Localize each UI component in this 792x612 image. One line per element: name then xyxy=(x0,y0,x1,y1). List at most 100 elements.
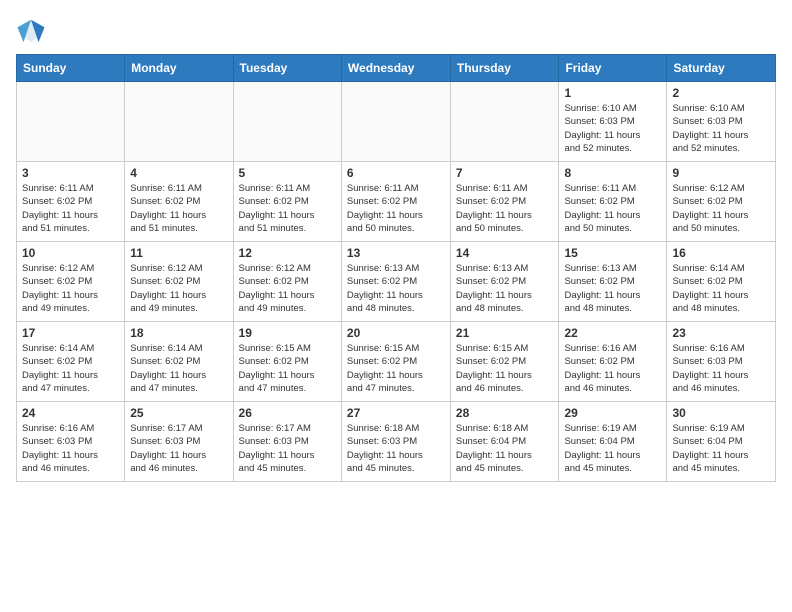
day-detail: Sunrise: 6:19 AM Sunset: 6:04 PM Dayligh… xyxy=(672,422,770,475)
day-detail: Sunrise: 6:17 AM Sunset: 6:03 PM Dayligh… xyxy=(239,422,336,475)
day-number: 21 xyxy=(456,326,554,340)
day-number: 17 xyxy=(22,326,119,340)
day-detail: Sunrise: 6:10 AM Sunset: 6:03 PM Dayligh… xyxy=(564,102,661,155)
day-number: 27 xyxy=(347,406,445,420)
day-number: 14 xyxy=(456,246,554,260)
day-detail: Sunrise: 6:15 AM Sunset: 6:02 PM Dayligh… xyxy=(347,342,445,395)
page-header xyxy=(16,16,776,46)
calendar-cell: 3 Sunrise: 6:11 AM Sunset: 6:02 PM Daylig… xyxy=(17,162,125,242)
day-detail: Sunrise: 6:13 AM Sunset: 6:02 PM Dayligh… xyxy=(564,262,661,315)
day-number: 26 xyxy=(239,406,336,420)
day-detail: Sunrise: 6:12 AM Sunset: 6:02 PM Dayligh… xyxy=(22,262,119,315)
calendar-cell: 17 Sunrise: 6:14 AM Sunset: 6:02 PM Dayli… xyxy=(17,322,125,402)
calendar-cell: 6Sunrise: 6:11 AM Sunset: 6:02 PM Daylig… xyxy=(341,162,450,242)
calendar-cell: 9 Sunrise: 6:12 AM Sunset: 6:02 PM Daylig… xyxy=(667,162,776,242)
day-detail: Sunrise: 6:13 AM Sunset: 6:02 PM Dayligh… xyxy=(347,262,445,315)
day-detail: Sunrise: 6:14 AM Sunset: 6:02 PM Dayligh… xyxy=(22,342,119,395)
calendar-cell: 28 Sunrise: 6:18 AM Sunset: 6:04 PM Dayli… xyxy=(450,402,559,482)
calendar-cell: 29Sunrise: 6:19 AM Sunset: 6:04 PM Dayli… xyxy=(559,402,667,482)
day-number: 7 xyxy=(456,166,554,180)
calendar-cell: 12Sunrise: 6:12 AM Sunset: 6:02 PM Dayli… xyxy=(233,242,341,322)
day-detail: Sunrise: 6:14 AM Sunset: 6:02 PM Dayligh… xyxy=(672,262,770,315)
calendar-week-4: 24Sunrise: 6:16 AM Sunset: 6:03 PM Dayli… xyxy=(17,402,776,482)
weekday-header-thursday: Thursday xyxy=(450,55,559,82)
calendar-cell: 8 Sunrise: 6:11 AM Sunset: 6:02 PM Daylig… xyxy=(559,162,667,242)
calendar-cell: 25 Sunrise: 6:17 AM Sunset: 6:03 PM Dayli… xyxy=(125,402,233,482)
calendar-cell: 5 Sunrise: 6:11 AM Sunset: 6:02 PM Daylig… xyxy=(233,162,341,242)
day-detail: Sunrise: 6:12 AM Sunset: 6:02 PM Dayligh… xyxy=(130,262,227,315)
calendar-cell: 24Sunrise: 6:16 AM Sunset: 6:03 PM Dayli… xyxy=(17,402,125,482)
weekday-header-wednesday: Wednesday xyxy=(341,55,450,82)
calendar-week-1: 3 Sunrise: 6:11 AM Sunset: 6:02 PM Daylig… xyxy=(17,162,776,242)
day-detail: Sunrise: 6:16 AM Sunset: 6:03 PM Dayligh… xyxy=(22,422,119,475)
day-number: 16 xyxy=(672,246,770,260)
day-number: 8 xyxy=(564,166,661,180)
calendar-cell: 2 Sunrise: 6:10 AM Sunset: 6:03 PM Daylig… xyxy=(667,82,776,162)
day-number: 25 xyxy=(130,406,227,420)
calendar-week-3: 17 Sunrise: 6:14 AM Sunset: 6:02 PM Dayli… xyxy=(17,322,776,402)
day-number: 6 xyxy=(347,166,445,180)
day-number: 30 xyxy=(672,406,770,420)
day-number: 1 xyxy=(564,86,661,100)
day-number: 22 xyxy=(564,326,661,340)
day-detail: Sunrise: 6:13 AM Sunset: 6:02 PM Dayligh… xyxy=(456,262,554,315)
weekday-header-friday: Friday xyxy=(559,55,667,82)
day-detail: Sunrise: 6:19 AM Sunset: 6:04 PM Dayligh… xyxy=(564,422,661,475)
day-number: 9 xyxy=(672,166,770,180)
day-detail: Sunrise: 6:11 AM Sunset: 6:02 PM Dayligh… xyxy=(239,182,336,235)
day-detail: Sunrise: 6:16 AM Sunset: 6:02 PM Dayligh… xyxy=(564,342,661,395)
calendar-cell: 27 Sunrise: 6:18 AM Sunset: 6:03 PM Dayli… xyxy=(341,402,450,482)
calendar-week-0: 1 Sunrise: 6:10 AM Sunset: 6:03 PM Daylig… xyxy=(17,82,776,162)
day-number: 2 xyxy=(672,86,770,100)
calendar-cell: 4 Sunrise: 6:11 AM Sunset: 6:02 PM Daylig… xyxy=(125,162,233,242)
day-number: 18 xyxy=(130,326,227,340)
calendar-cell: 18 Sunrise: 6:14 AM Sunset: 6:02 PM Dayli… xyxy=(125,322,233,402)
weekday-header-monday: Monday xyxy=(125,55,233,82)
calendar-cell: 20Sunrise: 6:15 AM Sunset: 6:02 PM Dayli… xyxy=(341,322,450,402)
day-number: 3 xyxy=(22,166,119,180)
day-detail: Sunrise: 6:11 AM Sunset: 6:02 PM Dayligh… xyxy=(564,182,661,235)
calendar-cell: 16 Sunrise: 6:14 AM Sunset: 6:02 PM Dayli… xyxy=(667,242,776,322)
day-number: 19 xyxy=(239,326,336,340)
calendar-table: SundayMondayTuesdayWednesdayThursdayFrid… xyxy=(16,54,776,482)
day-number: 5 xyxy=(239,166,336,180)
calendar-cell xyxy=(450,82,559,162)
day-number: 4 xyxy=(130,166,227,180)
day-detail: Sunrise: 6:11 AM Sunset: 6:02 PM Dayligh… xyxy=(22,182,119,235)
day-number: 28 xyxy=(456,406,554,420)
calendar-cell: 10Sunrise: 6:12 AM Sunset: 6:02 PM Dayli… xyxy=(17,242,125,322)
calendar-cell xyxy=(17,82,125,162)
day-detail: Sunrise: 6:12 AM Sunset: 6:02 PM Dayligh… xyxy=(672,182,770,235)
calendar-cell: 1 Sunrise: 6:10 AM Sunset: 6:03 PM Daylig… xyxy=(559,82,667,162)
logo-icon xyxy=(16,16,46,46)
weekday-header-saturday: Saturday xyxy=(667,55,776,82)
day-detail: Sunrise: 6:17 AM Sunset: 6:03 PM Dayligh… xyxy=(130,422,227,475)
calendar-cell xyxy=(125,82,233,162)
weekday-header-tuesday: Tuesday xyxy=(233,55,341,82)
calendar-cell: 14 Sunrise: 6:13 AM Sunset: 6:02 PM Dayli… xyxy=(450,242,559,322)
day-detail: Sunrise: 6:12 AM Sunset: 6:02 PM Dayligh… xyxy=(239,262,336,315)
logo xyxy=(16,16,50,46)
calendar-cell: 30 Sunrise: 6:19 AM Sunset: 6:04 PM Dayli… xyxy=(667,402,776,482)
calendar-cell: 13 Sunrise: 6:13 AM Sunset: 6:02 PM Dayli… xyxy=(341,242,450,322)
day-detail: Sunrise: 6:18 AM Sunset: 6:03 PM Dayligh… xyxy=(347,422,445,475)
calendar-cell: 15 Sunrise: 6:13 AM Sunset: 6:02 PM Dayli… xyxy=(559,242,667,322)
weekday-header-sunday: Sunday xyxy=(17,55,125,82)
calendar-cell: 21 Sunrise: 6:15 AM Sunset: 6:02 PM Dayli… xyxy=(450,322,559,402)
calendar-cell: 19 Sunrise: 6:15 AM Sunset: 6:02 PM Dayli… xyxy=(233,322,341,402)
day-detail: Sunrise: 6:14 AM Sunset: 6:02 PM Dayligh… xyxy=(130,342,227,395)
calendar-cell xyxy=(341,82,450,162)
calendar-cell: 23Sunrise: 6:16 AM Sunset: 6:03 PM Dayli… xyxy=(667,322,776,402)
calendar-cell: 7 Sunrise: 6:11 AM Sunset: 6:02 PM Daylig… xyxy=(450,162,559,242)
calendar-cell: 26 Sunrise: 6:17 AM Sunset: 6:03 PM Dayli… xyxy=(233,402,341,482)
day-detail: Sunrise: 6:10 AM Sunset: 6:03 PM Dayligh… xyxy=(672,102,770,155)
day-detail: Sunrise: 6:18 AM Sunset: 6:04 PM Dayligh… xyxy=(456,422,554,475)
day-number: 11 xyxy=(130,246,227,260)
calendar-cell: 11 Sunrise: 6:12 AM Sunset: 6:02 PM Dayli… xyxy=(125,242,233,322)
day-detail: Sunrise: 6:15 AM Sunset: 6:02 PM Dayligh… xyxy=(456,342,554,395)
day-detail: Sunrise: 6:11 AM Sunset: 6:02 PM Dayligh… xyxy=(456,182,554,235)
day-number: 13 xyxy=(347,246,445,260)
day-detail: Sunrise: 6:11 AM Sunset: 6:02 PM Dayligh… xyxy=(130,182,227,235)
day-detail: Sunrise: 6:15 AM Sunset: 6:02 PM Dayligh… xyxy=(239,342,336,395)
day-number: 15 xyxy=(564,246,661,260)
